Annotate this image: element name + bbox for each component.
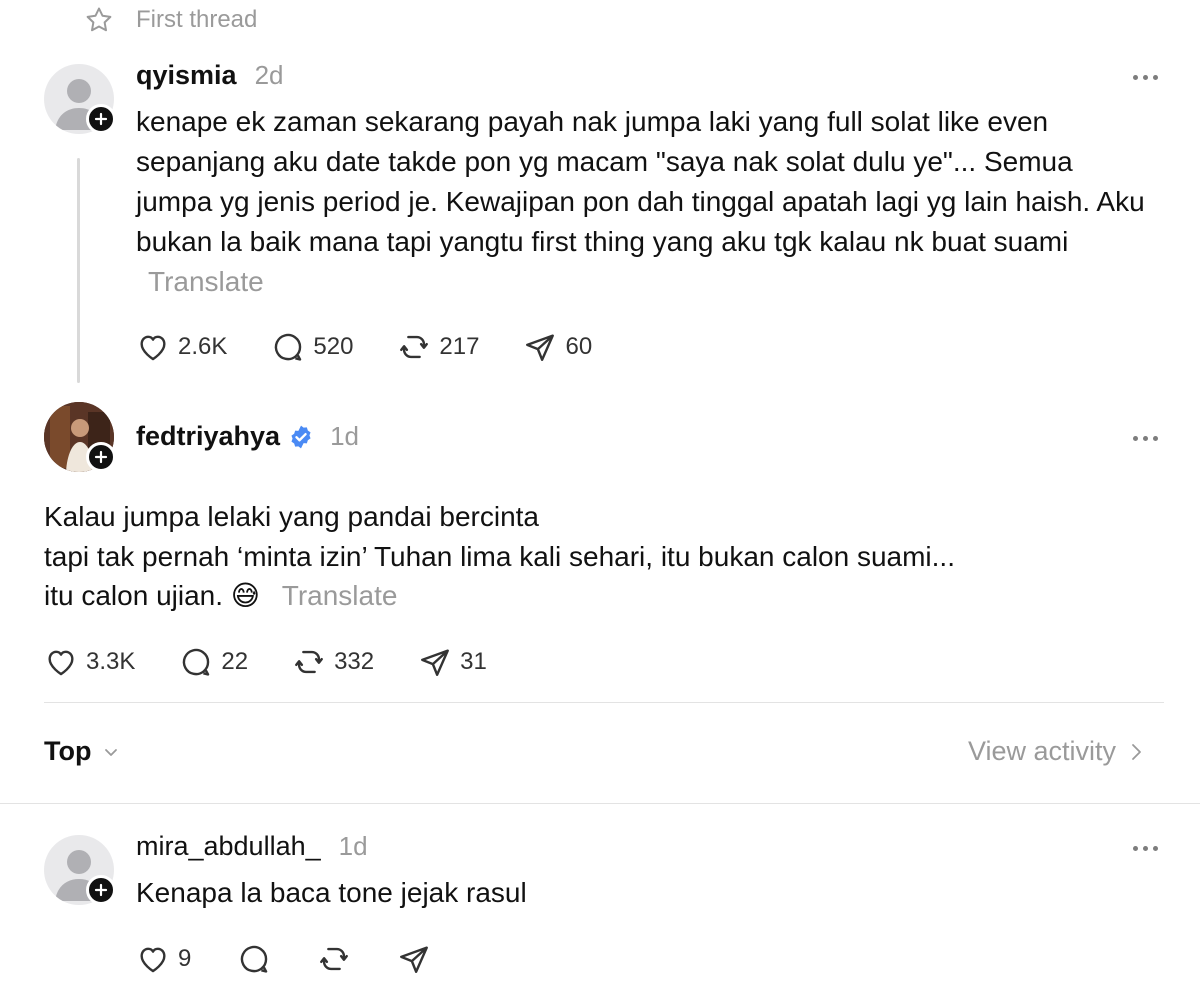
reply-button[interactable]: 22 xyxy=(179,645,248,679)
post-line: Kalau jumpa lelaki yang pandai bercinta xyxy=(44,501,539,532)
repost-button[interactable]: 332 xyxy=(292,645,374,679)
translate-link[interactable]: Translate xyxy=(282,580,398,611)
view-activity-link[interactable]: View activity xyxy=(968,736,1146,767)
like-button[interactable]: 3.3K xyxy=(44,645,135,679)
username[interactable]: fedtriyahya xyxy=(136,421,280,452)
reply-header: mira_abdullah_ 1d xyxy=(136,831,368,862)
post-line: itu calon ujian. 😅 xyxy=(44,580,260,611)
share-button[interactable]: 31 xyxy=(418,645,487,679)
star-icon[interactable] xyxy=(84,5,114,35)
send-icon xyxy=(400,946,429,973)
more-options-icon[interactable] xyxy=(1128,71,1162,83)
view-activity-label: View activity xyxy=(968,736,1117,766)
repost-icon xyxy=(295,650,324,674)
reply-button[interactable] xyxy=(237,942,271,976)
post-text: Kalau jumpa lelaki yang pandai bercinta … xyxy=(44,497,1144,616)
post-line: tapi tak pernah ‘minta izin’ Tuhan lima … xyxy=(44,540,955,572)
share-button[interactable] xyxy=(397,942,431,976)
follow-plus-icon[interactable] xyxy=(86,875,116,905)
post-time: 1d xyxy=(330,421,359,451)
share-button[interactable]: 60 xyxy=(523,330,592,364)
chevron-right-icon xyxy=(1132,743,1141,760)
translate-link[interactable]: Translate xyxy=(148,266,264,297)
more-options-icon[interactable] xyxy=(1128,842,1162,854)
sort-label: Top xyxy=(44,736,92,766)
post-header: qyismia 2d xyxy=(136,60,283,91)
thread-line xyxy=(77,158,80,383)
thread-header: First thread xyxy=(84,4,257,36)
username[interactable]: qyismia xyxy=(136,60,237,91)
follow-plus-icon[interactable] xyxy=(86,442,116,472)
chevron-down-icon xyxy=(105,748,118,756)
repost-icon xyxy=(400,335,429,359)
sort-dropdown[interactable]: Top xyxy=(44,736,121,767)
reply-time: 1d xyxy=(338,831,368,861)
post-time: 2d xyxy=(254,60,284,90)
repost-count: 217 xyxy=(439,333,480,360)
repost-icon xyxy=(320,947,349,971)
follow-plus-icon[interactable] xyxy=(86,104,116,134)
reply-button[interactable]: 520 xyxy=(271,330,353,364)
post-actions: 3.3K 22 332 31 xyxy=(44,645,531,679)
post-header: fedtriyahya 1d xyxy=(136,421,359,452)
more-options-icon[interactable] xyxy=(1128,432,1162,444)
like-count: 3.3K xyxy=(86,648,136,675)
reply-text: Kenapa la baca tone jejak rasul xyxy=(136,877,527,908)
heart-icon xyxy=(48,650,74,676)
post-actions: 2.6K 520 217 60 xyxy=(136,330,636,364)
heart-icon xyxy=(140,335,166,361)
like-count: 2.6K xyxy=(178,333,228,360)
username[interactable]: mira_abdullah_ xyxy=(136,831,321,862)
reply-count: 520 xyxy=(313,333,354,360)
comment-icon xyxy=(183,648,210,676)
post-body: kenape ek zaman sekarang payah nak jumpa… xyxy=(136,106,1145,257)
reply-count: 22 xyxy=(221,648,249,675)
send-icon xyxy=(526,334,555,361)
like-button[interactable]: 2.6K xyxy=(136,330,227,364)
repost-button[interactable] xyxy=(317,942,351,976)
heart-icon xyxy=(140,947,166,973)
repost-button[interactable]: 217 xyxy=(397,330,479,364)
divider xyxy=(44,702,1164,703)
post-text: kenape ek zaman sekarang payah nak jumpa… xyxy=(136,102,1146,302)
reply-actions: 9 xyxy=(136,942,475,976)
comment-icon xyxy=(241,945,268,973)
share-count: 31 xyxy=(460,648,487,675)
comment-icon xyxy=(275,333,302,361)
repost-count: 332 xyxy=(334,648,375,675)
like-button[interactable]: 9 xyxy=(136,942,191,976)
thread-header-label: First thread xyxy=(136,6,258,33)
verified-badge-icon xyxy=(291,425,311,448)
like-count: 9 xyxy=(178,945,192,972)
send-icon xyxy=(421,649,450,676)
divider xyxy=(0,803,1200,804)
share-count: 60 xyxy=(565,333,593,360)
